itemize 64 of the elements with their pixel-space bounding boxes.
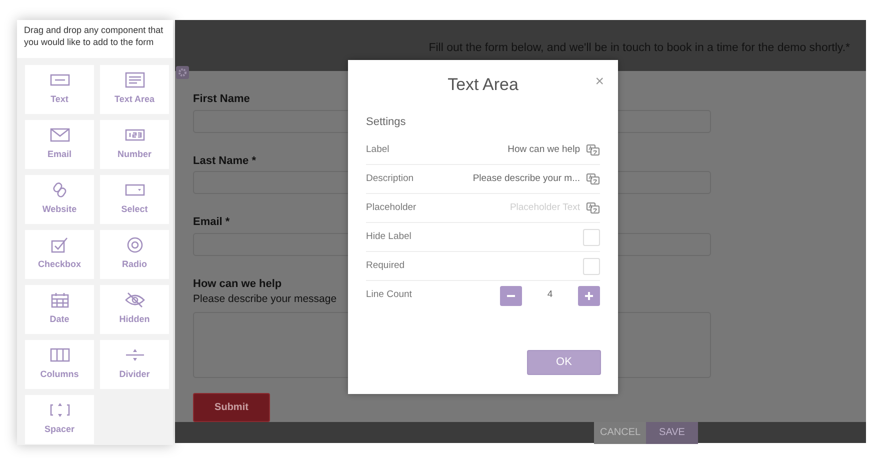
tile-label: Text — [50, 93, 68, 106]
envelope-icon — [50, 127, 70, 144]
setting-input[interactable]: How can we help — [389, 142, 586, 158]
checkbox-icon — [50, 237, 70, 254]
ok-button[interactable]: OK — [527, 350, 601, 375]
setting-label: Line Count — [366, 288, 412, 302]
text-field-icon — [50, 72, 70, 88]
tile-label: Date — [50, 313, 70, 326]
setting-label: Label — [366, 142, 390, 157]
decrement-button[interactable] — [500, 286, 522, 306]
component-tile[interactable]: Text — [25, 65, 94, 114]
increment-button[interactable] — [578, 286, 600, 306]
component-tile[interactable]: Columns — [25, 340, 94, 389]
component-tile[interactable]: Text Area — [100, 65, 169, 114]
field-label: Last Name * — [193, 154, 256, 168]
tile-label: Website — [42, 203, 77, 216]
tile-label: Number — [117, 148, 152, 162]
setting-input[interactable]: Please describe your m... — [414, 172, 586, 186]
columns-icon — [50, 347, 70, 364]
component-tile[interactable]: Divider — [100, 340, 169, 389]
close-button[interactable]: × — [595, 74, 604, 89]
tile-label: Checkbox — [38, 258, 81, 272]
plus-icon — [585, 292, 593, 300]
dialog-title: Text Area — [448, 74, 518, 96]
setting-label: Hide Label — [366, 230, 412, 244]
spacer-icon — [50, 402, 70, 418]
component-tile[interactable]: Radio — [100, 230, 169, 279]
setting-label: Description — [366, 172, 414, 186]
field-label: First Name — [193, 92, 250, 107]
tile-label: Text Area — [114, 93, 155, 106]
section-heading: Settings — [366, 114, 407, 130]
divider-icon — [124, 347, 144, 364]
tile-label: Spacer — [44, 423, 75, 436]
tile-label: Select — [121, 203, 148, 216]
component-tile[interactable]: Hidden — [100, 285, 169, 334]
tile-label: Hidden — [119, 313, 150, 326]
component-tile[interactable]: Select — [100, 175, 169, 224]
field-label: How can we help — [193, 276, 282, 292]
text-area-icon — [124, 72, 144, 88]
hidden-eye-icon — [124, 292, 144, 308]
tile-label: Email — [47, 148, 72, 162]
component-tile[interactable]: Email — [25, 120, 94, 169]
setting-label: Placeholder — [366, 200, 416, 215]
calendar-icon — [50, 292, 70, 308]
dropdown-icon — [124, 182, 144, 198]
setting-label: Required — [366, 258, 405, 273]
panel-hint: Drag and drop any component that you would like to add to the form — [17, 20, 173, 58]
tile-label: Columns — [40, 368, 79, 382]
submit-button[interactable]: Submit — [193, 392, 270, 422]
field-description: Please describe your message — [193, 292, 337, 307]
save-button[interactable]: SAVE — [646, 422, 698, 444]
component-tile[interactable]: Website — [25, 175, 94, 224]
checkbox[interactable] — [583, 258, 600, 274]
checkbox[interactable] — [583, 228, 600, 246]
tile-label: Radio — [122, 258, 147, 272]
component-tile[interactable]: Date — [25, 285, 94, 334]
component-tile[interactable]: Number — [100, 120, 169, 169]
field-label: Email * — [193, 215, 230, 230]
component-tile[interactable]: Spacer — [25, 395, 94, 444]
line-count-value: 4 — [546, 288, 554, 302]
radio-icon — [124, 237, 144, 254]
component-tile[interactable]: Checkbox — [25, 230, 94, 279]
tile-label: Divider — [119, 368, 150, 382]
cancel-button[interactable]: CANCEL — [594, 422, 646, 444]
